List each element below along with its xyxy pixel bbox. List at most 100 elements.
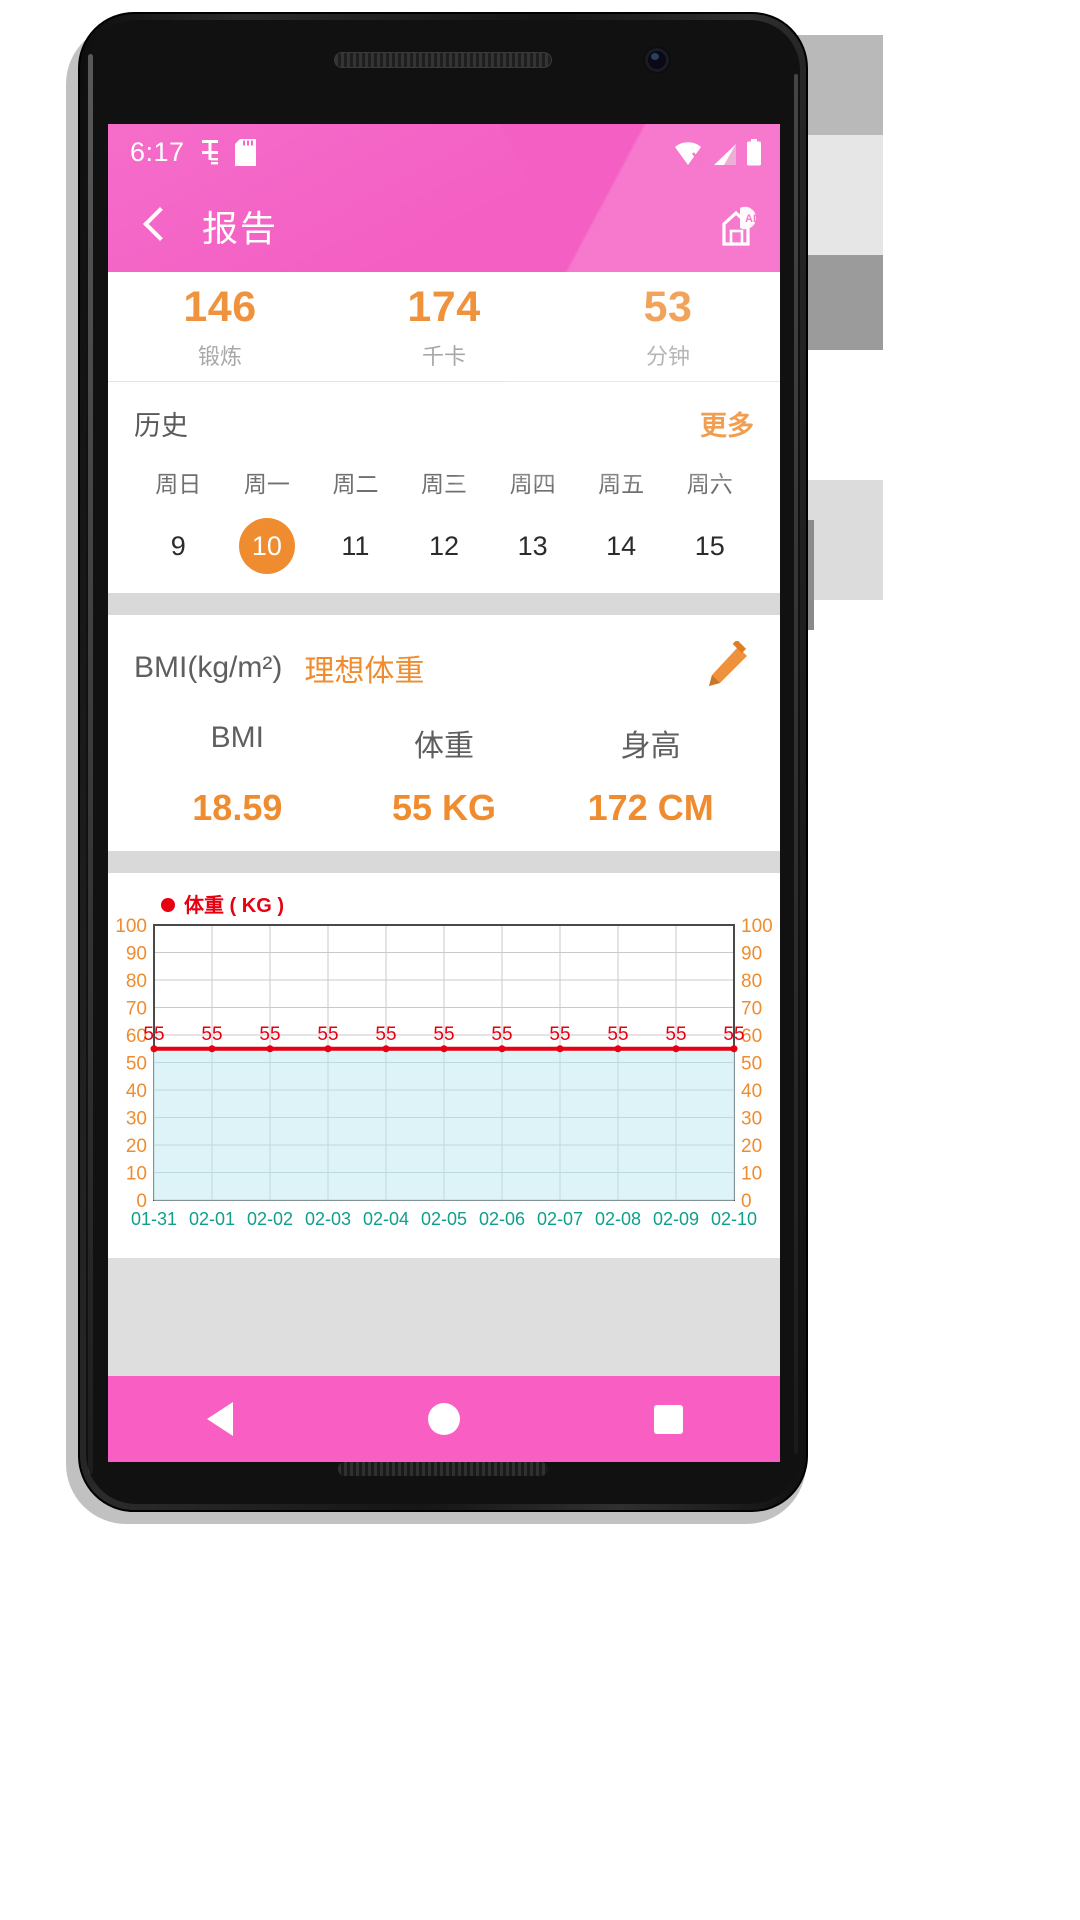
status-bar: 6:17 bbox=[108, 124, 780, 180]
svg-text:55: 55 bbox=[607, 1024, 628, 1045]
svg-text:AD: AD bbox=[745, 213, 761, 225]
bmi-header: BMI(kg/m²) 理想体重 bbox=[134, 639, 754, 695]
svg-text:55: 55 bbox=[665, 1024, 686, 1045]
svg-text:55: 55 bbox=[317, 1024, 338, 1045]
bmi-card: BMI(kg/m²) 理想体重 BMI 体重 身高 18.59 55 KG 17… bbox=[108, 615, 780, 851]
date-cell[interactable]: 12 bbox=[400, 517, 489, 575]
weight-chart[interactable]: 体重 ( KG ) 0 0 10 10 20 20 30 30 40 40 50 50 60 60 70 70 8… bbox=[108, 873, 780, 1258]
svg-text:55: 55 bbox=[549, 1024, 570, 1045]
stat-label: 分钟 bbox=[645, 343, 690, 369]
svg-text:02-05: 02-05 bbox=[421, 1209, 467, 1229]
pencil-icon[interactable] bbox=[700, 639, 754, 695]
weekday-label: 周六 bbox=[686, 471, 733, 497]
date-cell[interactable]: 11 bbox=[311, 517, 400, 575]
status-bar-left: 6:17 bbox=[130, 137, 256, 168]
stat-value: 174 bbox=[407, 282, 481, 331]
nav-back-triangle-icon[interactable] bbox=[108, 1402, 332, 1436]
bmi-label: 身高 bbox=[620, 730, 681, 763]
svg-text:10: 10 bbox=[741, 1164, 762, 1185]
weekday-label: 周二 bbox=[332, 471, 379, 497]
history-card: 历史 更多 周日 周一 周二 周三 周四 周五 周六 9 10 11 12 13… bbox=[108, 382, 780, 593]
svg-text:55: 55 bbox=[201, 1024, 222, 1045]
front-camera bbox=[645, 48, 669, 72]
bmi-value-row: 18.59 55 KG 172 CM bbox=[134, 787, 754, 829]
svg-text:100: 100 bbox=[741, 916, 773, 937]
svg-text:40: 40 bbox=[741, 1081, 762, 1102]
stat-value: 146 bbox=[183, 282, 257, 331]
svg-text:55: 55 bbox=[491, 1024, 512, 1045]
svg-text:100: 100 bbox=[115, 916, 147, 937]
svg-text:80: 80 bbox=[741, 971, 762, 992]
history-header: 历史 更多 bbox=[134, 404, 754, 443]
date-cell[interactable]: 14 bbox=[577, 517, 666, 575]
svg-text:02-03: 02-03 bbox=[305, 1209, 351, 1229]
history-more-link[interactable]: 更多 bbox=[700, 404, 754, 443]
bmi-value: 172 CM bbox=[587, 787, 714, 828]
stat-exercise[interactable]: 146 锻炼 bbox=[108, 272, 332, 381]
svg-text:50: 50 bbox=[126, 1054, 147, 1075]
svg-text:55: 55 bbox=[143, 1024, 164, 1045]
phone-screen: 6:17 报告 AD 146 锻炼 174 千卡 53 分钟 历史 更多 周日 … bbox=[108, 124, 780, 1462]
history-title: 历史 bbox=[134, 411, 188, 441]
phone-device-frame: 6:17 报告 AD 146 锻炼 174 千卡 53 分钟 历史 更多 周日 … bbox=[78, 12, 808, 1512]
svg-text:02-09: 02-09 bbox=[653, 1209, 699, 1229]
ideal-weight-link[interactable]: 理想体重 bbox=[304, 646, 424, 690]
nav-home-circle-icon[interactable] bbox=[332, 1403, 556, 1435]
date-row: 9 10 11 12 13 14 15 bbox=[134, 517, 754, 575]
bottom-speaker bbox=[338, 1462, 548, 1476]
svg-text:10: 10 bbox=[126, 1164, 147, 1185]
backdrop-plate bbox=[795, 600, 883, 960]
svg-text:20: 20 bbox=[741, 1136, 762, 1157]
date-cell[interactable]: 9 bbox=[134, 517, 223, 575]
date-label: 15 bbox=[694, 530, 725, 561]
date-label: 12 bbox=[429, 530, 460, 561]
section-divider bbox=[108, 851, 780, 873]
svg-text:02-01: 02-01 bbox=[189, 1209, 235, 1229]
weekday-label: 周四 bbox=[509, 471, 556, 497]
date-cell[interactable]: 15 bbox=[665, 517, 754, 575]
sd-card-icon bbox=[234, 138, 256, 166]
svg-text:40: 40 bbox=[126, 1081, 147, 1102]
weight-chart-svg: 体重 ( KG )0 010 1020 2030 3040 4050 5060 6070 708… bbox=[115, 893, 773, 1229]
svg-text:80: 80 bbox=[126, 971, 147, 992]
stat-calories[interactable]: 174 千卡 bbox=[332, 272, 556, 381]
earpiece-speaker bbox=[334, 52, 552, 68]
android-nav-bar bbox=[108, 1376, 780, 1462]
svg-text:02-02: 02-02 bbox=[247, 1209, 293, 1229]
svg-text:90: 90 bbox=[741, 944, 762, 965]
svg-text:02-10: 02-10 bbox=[711, 1209, 757, 1229]
svg-text:01-31: 01-31 bbox=[131, 1209, 177, 1229]
page-title: 报告 bbox=[202, 208, 279, 249]
svg-text:02-06: 02-06 bbox=[479, 1209, 525, 1229]
backdrop-plate bbox=[795, 350, 883, 480]
svg-text:70: 70 bbox=[741, 999, 762, 1020]
stat-value: 53 bbox=[643, 282, 693, 331]
svg-text:30: 30 bbox=[126, 1109, 147, 1130]
ad-badge-icon[interactable]: AD bbox=[710, 200, 762, 252]
backdrop-plate bbox=[795, 35, 883, 135]
weekday-label: 周一 bbox=[243, 471, 290, 497]
svg-text:55: 55 bbox=[259, 1024, 280, 1045]
weekday-label: 周三 bbox=[421, 471, 468, 497]
svg-text:20: 20 bbox=[126, 1136, 147, 1157]
usb-debug-icon bbox=[201, 140, 218, 165]
stat-minutes[interactable]: 53 分钟 bbox=[556, 272, 780, 381]
section-divider bbox=[108, 593, 780, 615]
svg-text:体重 ( KG ): 体重 ( KG ) bbox=[184, 893, 284, 917]
battery-icon bbox=[747, 138, 761, 165]
screenshot-canvas: 6:17 报告 AD 146 锻炼 174 千卡 53 分钟 历史 更多 周日 … bbox=[0, 0, 1080, 1920]
date-label: 11 bbox=[341, 530, 370, 561]
status-bar-right bbox=[674, 138, 762, 166]
nav-recents-square-icon[interactable] bbox=[556, 1404, 780, 1434]
date-label: 13 bbox=[517, 530, 548, 561]
svg-text:70: 70 bbox=[126, 999, 147, 1020]
back-chevron-icon[interactable] bbox=[132, 204, 176, 248]
date-label: 14 bbox=[606, 530, 637, 561]
date-cell-selected[interactable]: 10 bbox=[223, 517, 312, 575]
svg-text:30: 30 bbox=[741, 1109, 762, 1130]
bmi-label: BMI bbox=[210, 721, 264, 754]
summary-stats-row: 146 锻炼 174 千卡 53 分钟 bbox=[108, 272, 780, 382]
bmi-value: 55 KG bbox=[391, 787, 497, 828]
date-cell[interactable]: 13 bbox=[488, 517, 577, 575]
bmi-value: 18.59 bbox=[192, 787, 283, 828]
